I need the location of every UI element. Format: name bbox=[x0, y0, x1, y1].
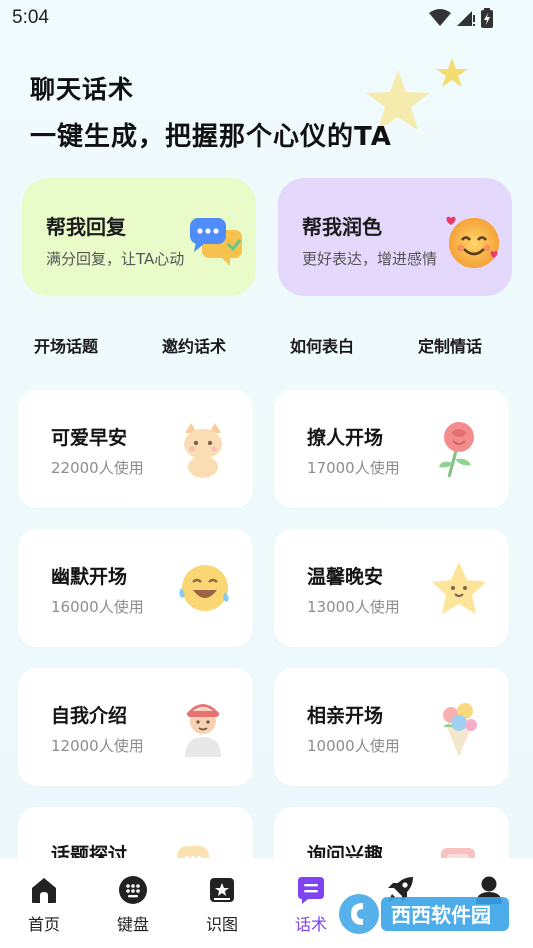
topic-card-title: 相亲开场 bbox=[307, 705, 384, 727]
topic-card-cute-morning[interactable]: 可爱早安 22000人使用 bbox=[18, 390, 253, 508]
signal-icon bbox=[457, 11, 475, 26]
page-subtitle: 一键生成，把握那个心仪的TA bbox=[30, 122, 392, 152]
topic-card-users: 12000人使用 bbox=[51, 737, 144, 755]
status-time: 5:04 bbox=[12, 7, 49, 28]
keyboard-icon bbox=[119, 876, 147, 904]
status-bar: 5:04 bbox=[0, 0, 533, 36]
image-recognition-icon bbox=[210, 878, 234, 902]
nav-image-recognition[interactable]: 识图 bbox=[182, 858, 262, 948]
status-icons bbox=[429, 8, 493, 28]
home-icon bbox=[32, 878, 56, 903]
topic-card-flirty-opening[interactable]: 撩人开场 17000人使用 bbox=[274, 390, 509, 508]
help-polish-subtitle: 更好表达，增进感情 bbox=[302, 250, 438, 268]
topic-card-self-intro[interactable]: 自我介绍 12000人使用 bbox=[18, 668, 253, 786]
watermark-logo: 西西软件园 bbox=[339, 894, 509, 934]
topic-card-humorous-opening[interactable]: 幽默开场 16000人使用 bbox=[18, 529, 253, 647]
topic-card-title: 温馨晚安 bbox=[307, 566, 384, 588]
help-reply-subtitle: 满分回复，让TA心动 bbox=[46, 250, 185, 268]
topic-card-blind-date-opening[interactable]: 相亲开场 10000人使用 bbox=[274, 668, 509, 786]
nav-keyboard-label: 键盘 bbox=[116, 915, 149, 934]
rose-icon bbox=[439, 422, 474, 478]
category-tabs: 开场话题 邀约话术 如何表白 定制情话 bbox=[0, 333, 533, 357]
topic-card-warm-goodnight[interactable]: 温馨晚安 13000人使用 bbox=[274, 529, 509, 647]
topic-card-users: 13000人使用 bbox=[307, 598, 400, 616]
star-face-icon bbox=[432, 562, 486, 614]
page-title: 聊天话术 bbox=[30, 75, 135, 104]
topic-card-users: 17000人使用 bbox=[307, 459, 400, 477]
chat-script-icon bbox=[298, 877, 324, 904]
topic-card-title: 自我介绍 bbox=[51, 705, 128, 727]
wifi-icon bbox=[429, 9, 451, 26]
help-polish-title: 帮我润色 bbox=[302, 215, 382, 239]
tab-custom-love-words[interactable]: 定制情话 bbox=[418, 333, 482, 357]
topic-card-users: 16000人使用 bbox=[51, 598, 144, 616]
tab-opening-topics[interactable]: 开场话题 bbox=[34, 333, 98, 357]
help-polish-card[interactable]: 帮我润色 更好表达，增进感情 bbox=[278, 178, 512, 296]
tab-invitation-scripts[interactable]: 邀约话术 bbox=[162, 333, 226, 357]
laughing-emoji-icon bbox=[179, 565, 229, 611]
nav-image-recognition-label: 识图 bbox=[205, 915, 238, 934]
nav-home-label: 首页 bbox=[27, 915, 60, 934]
topic-card-title: 撩人开场 bbox=[307, 427, 384, 449]
tab-how-to-confess[interactable]: 如何表白 bbox=[290, 333, 354, 357]
cat-icon bbox=[184, 423, 222, 478]
help-reply-card[interactable]: 帮我回复 满分回复，让TA心动 bbox=[22, 178, 256, 296]
battery-icon bbox=[481, 8, 493, 28]
topic-card-users: 10000人使用 bbox=[307, 737, 400, 755]
help-reply-title: 帮我回复 bbox=[46, 215, 126, 239]
watermark-text: 西西软件园 bbox=[391, 903, 491, 927]
bouquet-icon bbox=[443, 703, 477, 757]
topic-card-title: 幽默开场 bbox=[51, 566, 128, 588]
person-icon bbox=[185, 704, 221, 757]
nav-keyboard[interactable]: 键盘 bbox=[93, 858, 173, 948]
chat-bubbles-icon bbox=[190, 218, 242, 266]
smiling-hearts-emoji-icon bbox=[446, 216, 499, 268]
topic-card-users: 22000人使用 bbox=[51, 459, 144, 477]
topic-card-title: 可爱早安 bbox=[51, 427, 128, 449]
nav-home[interactable]: 首页 bbox=[4, 858, 84, 948]
